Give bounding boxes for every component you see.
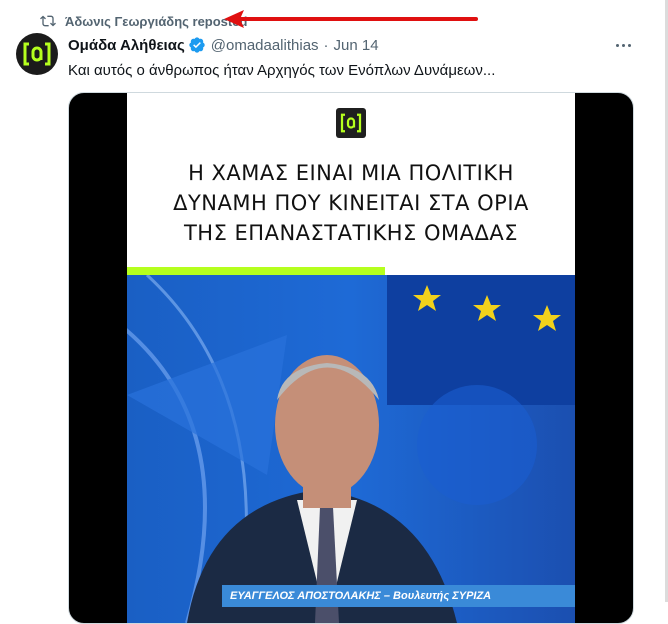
separator-dot: · xyxy=(323,36,329,54)
avatar-logo-icon xyxy=(23,42,51,66)
more-dot xyxy=(627,43,631,47)
repost-icon xyxy=(40,15,56,27)
brand-logo-icon xyxy=(340,113,362,133)
annotation-arrow xyxy=(224,10,478,28)
brand-logo xyxy=(336,108,366,138)
repost-context: Άδωνις Γεωργιάδης reposted xyxy=(40,12,247,30)
studio-scene-image xyxy=(127,275,575,623)
more-dot xyxy=(621,43,625,47)
headline-line: ΤΗΣ ΕΠΑΝΑΣΤΑΤΙΚΗΣ ΟΜΑΔΑΣ xyxy=(183,221,519,245)
avatar[interactable] xyxy=(16,33,58,75)
video-frame: Η ΧΑΜΑΣ ΕΙΝΑΙ ΜΙΑ ΠΟΛΙΤΙΚΗ ΔΥΝΑΜΗ ΠΟΥ ΚΙ… xyxy=(127,93,575,623)
tweet-text: Και αυτός ο άνθρωπος ήταν Αρχηγός των Εν… xyxy=(68,62,496,79)
tweet-date[interactable]: Jun 14 xyxy=(334,37,379,54)
author-name[interactable]: Ομάδα Αλήθειας xyxy=(68,37,185,54)
verified-badge-icon xyxy=(189,37,205,53)
tweet-header: Ομάδα Αλήθειας @omadaalithias · Jun 14 xyxy=(68,36,379,54)
more-dot xyxy=(615,43,619,47)
video-caption: ΕΥΑΓΓΕΛΟΣ ΑΠΟΣΤΟΛΑΚΗΣ – Βουλευτής ΣΥΡΙΖΑ xyxy=(222,585,575,607)
headline-line: Η ΧΑΜΑΣ ΕΙΝΑΙ ΜΙΑ ΠΟΛΙΤΙΚΗ xyxy=(188,161,514,185)
author-handle[interactable]: @omadaalithias xyxy=(211,37,319,54)
accent-bar xyxy=(127,267,385,275)
more-options-button[interactable] xyxy=(606,34,640,56)
tweet[interactable]: Άδωνις Γεωργιάδης reposted Ομάδα Αλήθεια… xyxy=(0,0,640,624)
video-headline: Η ΧΑΜΑΣ ΕΙΝΑΙ ΜΙΑ ΠΟΛΙΤΙΚΗ ΔΥΝΑΜΗ ΠΟΥ ΚΙ… xyxy=(127,158,575,248)
headline-line: ΔΥΝΑΜΗ ΠΟΥ ΚΙΝΕΙΤΑΙ ΣΤΑ ΟΡΙΑ xyxy=(173,191,529,215)
repost-label[interactable]: Άδωνις Γεωργιάδης reposted xyxy=(65,14,247,29)
video-media[interactable]: Η ΧΑΜΑΣ ΕΙΝΑΙ ΜΙΑ ΠΟΛΙΤΙΚΗ ΔΥΝΑΜΗ ΠΟΥ ΚΙ… xyxy=(68,92,634,624)
